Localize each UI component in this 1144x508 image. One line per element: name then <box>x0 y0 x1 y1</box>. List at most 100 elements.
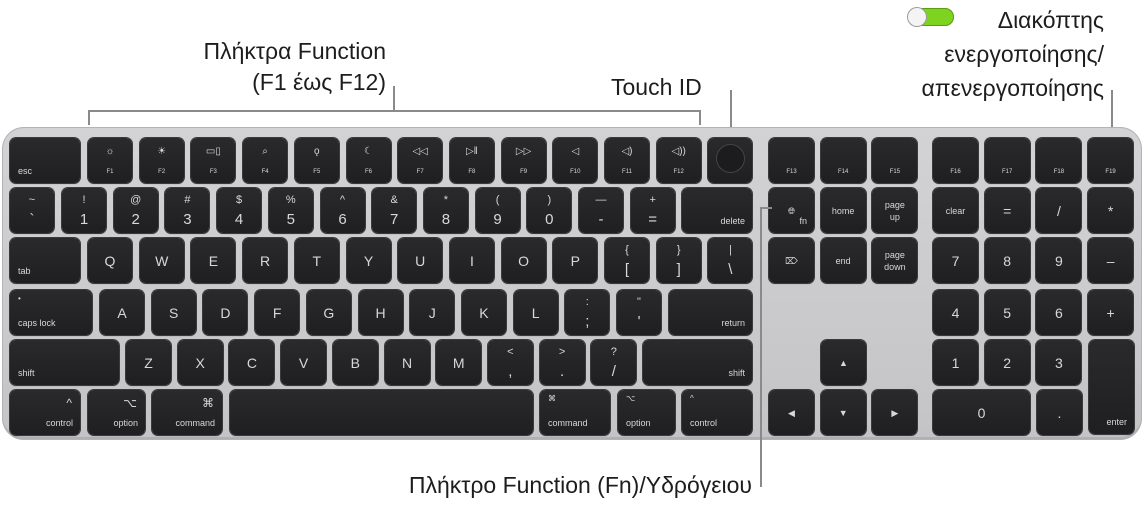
key-[[interactable]: {[ <box>605 238 649 283</box>
key-r[interactable]: R <box>243 238 288 283</box>
key-f11[interactable]: ◁) F11 <box>605 138 649 183</box>
key-\[interactable]: | \ <box>708 238 753 283</box>
key-/[interactable]: ? / <box>591 340 637 385</box>
key-–[interactable]: – <box>1088 238 1134 283</box>
key-6[interactable]: 6 <box>1036 290 1082 335</box>
key-f1[interactable]: ☼ F1 <box>88 138 132 183</box>
key-a[interactable]: A <box>100 290 144 335</box>
key-`[interactable]: ~ ` <box>10 188 54 233</box>
key-x[interactable]: X <box>177 340 223 385</box>
key-8[interactable]: 8 <box>984 238 1030 283</box>
key-f7[interactable]: ◁◁ F7 <box>398 138 443 183</box>
key-4[interactable]: 4 <box>933 290 978 335</box>
key-▶[interactable]: ▶ <box>872 390 918 435</box>
key-page-down[interactable]: page down <box>872 238 918 283</box>
key-'[interactable]: " ' <box>617 290 661 335</box>
key-f12[interactable]: ◁)) F12 <box>656 138 701 183</box>
key-⌦[interactable]: ⌦ <box>769 238 814 283</box>
key-f8[interactable]: ▷‖ F8 <box>449 138 494 183</box>
key-n[interactable]: N <box>384 340 430 385</box>
key-shift[interactable]: shift <box>10 340 119 385</box>
key-f3[interactable]: ▭▯ F3 <box>191 138 236 183</box>
key-control[interactable]: control ^ <box>10 390 80 435</box>
key-/[interactable]: / <box>1036 188 1082 233</box>
key-f5[interactable]: ǫ F5 <box>294 138 339 183</box>
key-control[interactable]: control ^ <box>682 390 752 435</box>
key-6[interactable]: ^ 6 <box>320 188 365 233</box>
key-][interactable]: }] <box>656 238 701 283</box>
key-tab[interactable]: tab <box>10 238 80 283</box>
key-f19[interactable]: F19 <box>1088 138 1134 183</box>
key-caps-lock[interactable]: caps lock • <box>10 290 92 335</box>
key-fn[interactable]: fn 🌐︎ <box>769 188 814 233</box>
key-9[interactable]: (9 <box>475 188 520 233</box>
key-home[interactable]: home <box>820 188 866 233</box>
key-command[interactable]: command ⌘ <box>540 390 610 435</box>
key-9[interactable]: 9 <box>1036 238 1082 283</box>
key-1[interactable]: 1 <box>933 340 978 385</box>
key-=[interactable]: = <box>984 188 1030 233</box>
key-g[interactable]: G <box>306 290 351 335</box>
key-3[interactable]: #3 <box>165 188 210 233</box>
key-e[interactable]: E <box>191 238 236 283</box>
key-z[interactable]: Z <box>126 340 171 385</box>
key-c[interactable]: C <box>229 340 275 385</box>
key-f6[interactable]: ☾ F6 <box>346 138 391 183</box>
key-f17[interactable]: F17 <box>984 138 1030 183</box>
key-0[interactable]: ) 0 <box>527 188 572 233</box>
key-▼[interactable]: ▼ <box>820 390 866 435</box>
key-f4[interactable]: ⌕ F4 <box>243 138 288 183</box>
key-.[interactable]: . <box>1037 390 1082 435</box>
key-;[interactable]: :; <box>565 290 610 335</box>
key-2[interactable]: @2 <box>113 188 158 233</box>
key-return[interactable]: return <box>669 290 752 335</box>
key-k[interactable]: K <box>461 290 506 335</box>
key-s[interactable]: S <box>151 290 196 335</box>
key-f[interactable]: F <box>255 290 300 335</box>
key-option[interactable]: option ⌥ <box>88 390 145 435</box>
key-f2[interactable]: ☀ F2 <box>139 138 184 183</box>
key-o[interactable]: O <box>501 238 546 283</box>
key-,[interactable]: <, <box>487 340 533 385</box>
key-clear[interactable]: clear <box>933 188 978 233</box>
key-3[interactable]: 3 <box>1036 340 1082 385</box>
key-y[interactable]: Y <box>346 238 391 283</box>
key-option[interactable]: option ⌥ <box>618 390 675 435</box>
key-l[interactable]: L <box>513 290 558 335</box>
key-7[interactable]: & 7 <box>372 188 417 233</box>
key-5[interactable]: % 5 <box>268 188 313 233</box>
key-=[interactable]: + = <box>630 188 675 233</box>
key-j[interactable]: J <box>410 290 455 335</box>
key-1[interactable]: ! 1 <box>62 188 106 233</box>
key-f9[interactable]: ▷▷ F9 <box>501 138 546 183</box>
key-f13[interactable]: F13 <box>769 138 814 183</box>
key-q[interactable]: Q <box>88 238 132 283</box>
key-8[interactable]: * 8 <box>423 188 468 233</box>
key-◀[interactable]: ◀ <box>769 390 814 435</box>
key-b[interactable]: B <box>332 340 378 385</box>
key-▲[interactable]: ▲ <box>821 340 866 385</box>
key-p[interactable]: P <box>553 238 598 283</box>
key-f14[interactable]: F14 <box>820 138 866 183</box>
key-m[interactable]: M <box>436 340 482 385</box>
key--[interactable]: — - <box>579 188 623 233</box>
key-v[interactable]: V <box>281 340 327 385</box>
key-5[interactable]: 5 <box>984 290 1030 335</box>
key-enter[interactable]: enter <box>1089 340 1134 434</box>
key-f18[interactable]: F18 <box>1036 138 1082 183</box>
key-touch-id[interactable] <box>708 138 752 183</box>
key-u[interactable]: U <box>398 238 443 283</box>
key-f16[interactable]: F16 <box>933 138 978 183</box>
key-4[interactable]: $4 <box>217 188 262 233</box>
key-esc[interactable]: esc <box>10 138 80 183</box>
key-0[interactable]: 0 <box>933 390 1030 435</box>
key-*[interactable]: * <box>1088 188 1134 233</box>
key-space[interactable] <box>230 390 533 435</box>
key-d[interactable]: D <box>203 290 248 335</box>
key-f15[interactable]: F15 <box>872 138 918 183</box>
key-f10[interactable]: ◁ F10 <box>553 138 598 183</box>
key-+[interactable]: + <box>1088 290 1134 335</box>
key-t[interactable]: T <box>294 238 339 283</box>
key-7[interactable]: 7 <box>933 238 978 283</box>
key-page-up[interactable]: page up <box>872 188 918 233</box>
